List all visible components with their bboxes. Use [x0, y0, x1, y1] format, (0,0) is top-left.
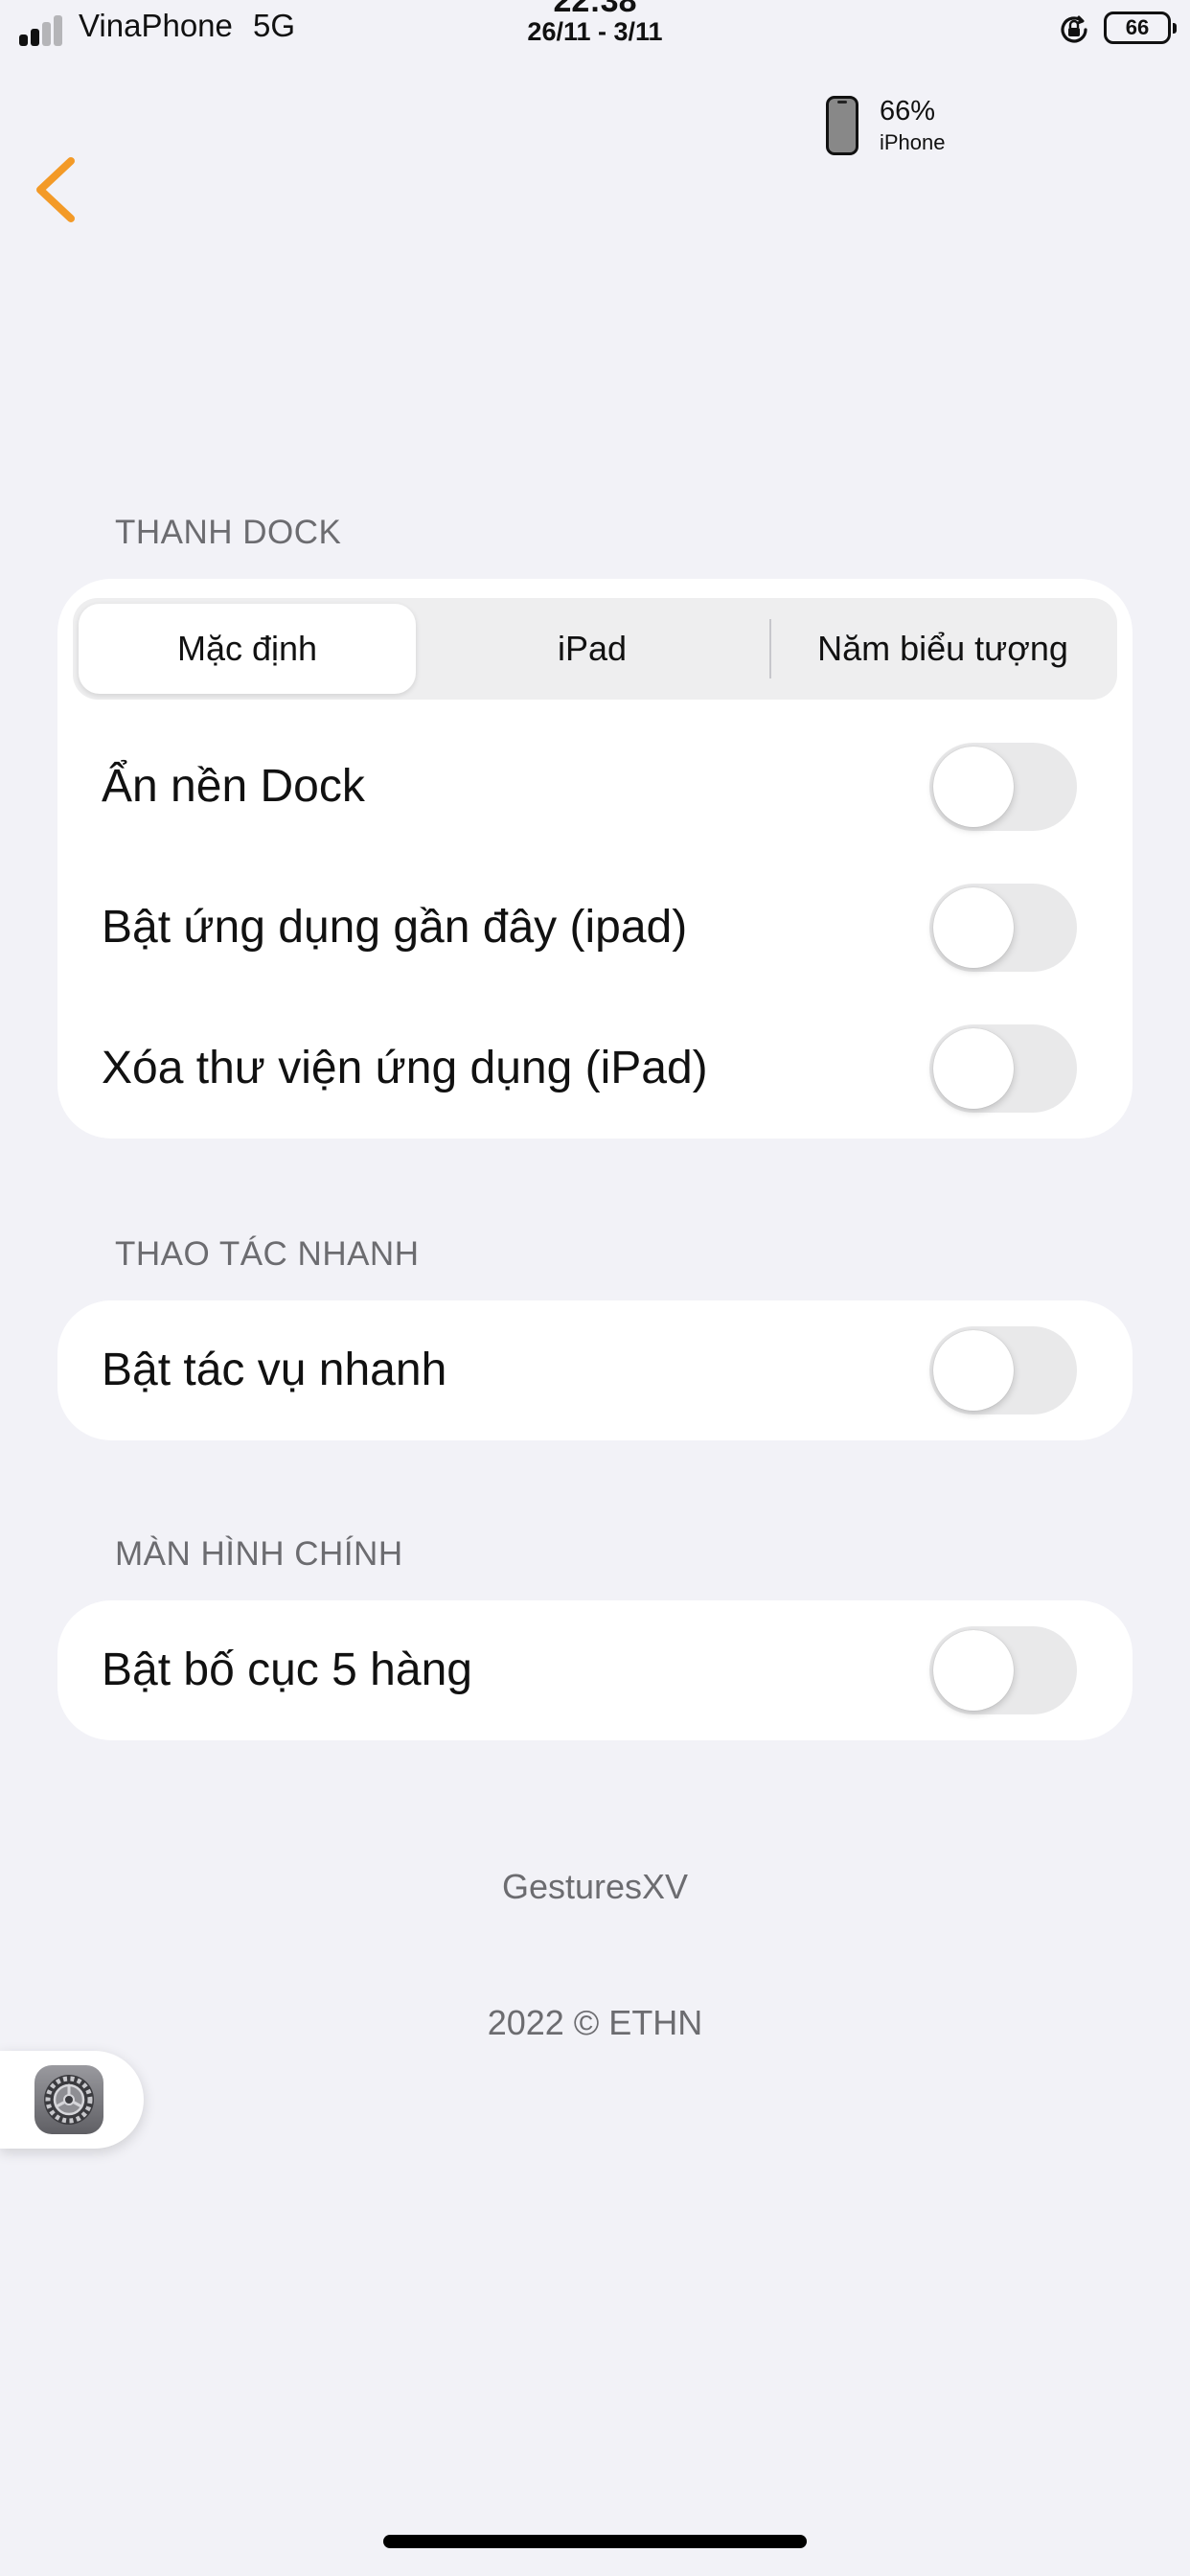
recent-apps-toggle[interactable]: [929, 884, 1077, 972]
section-header-dock: THANH DOCK: [115, 514, 342, 551]
rotation-lock-icon: [1061, 15, 1087, 43]
segment-five-icons[interactable]: Năm biểu tượng: [774, 604, 1111, 694]
settings-screen: VinaPhone 5G 22:38 26/11 - 3/11 66 66% i…: [0, 0, 1190, 2576]
remove-app-library-toggle[interactable]: [929, 1024, 1077, 1113]
quick-actions-toggle[interactable]: [929, 1326, 1077, 1414]
toggle-knob: [933, 887, 1014, 968]
row-label: Bật ứng dụng gần đây (ipad): [102, 902, 688, 953]
iphone-icon: [826, 96, 858, 155]
quick-actions-card: Bật tác vụ nhanh: [57, 1300, 1133, 1440]
row-quick-actions: Bật tác vụ nhanh: [57, 1300, 1133, 1440]
home-indicator[interactable]: [383, 2535, 807, 2548]
row-remove-app-library: Xóa thư viện ứng dụng (iPad): [57, 999, 1133, 1138]
row-five-row-layout: Bật bố cục 5 hàng: [57, 1600, 1133, 1740]
home-screen-card: Bật bố cục 5 hàng: [57, 1600, 1133, 1740]
floating-app-switcher[interactable]: [0, 2051, 144, 2149]
section-header-home-screen: MÀN HÌNH CHÍNH: [115, 1535, 403, 1573]
dock-settings-card: Mặc định iPad Năm biểu tượng Ẩn nền Dock…: [57, 579, 1133, 1138]
hide-dock-background-toggle[interactable]: [929, 743, 1077, 831]
status-date: 26/11 - 3/11: [527, 17, 663, 46]
dock-style-segmented-control: Mặc định iPad Năm biểu tượng: [73, 598, 1117, 700]
section-header-quick-actions: THAO TÁC NHANH: [115, 1235, 420, 1273]
footer-copyright: 2022 © ETHN: [487, 2003, 703, 2042]
row-hide-dock-background: Ẩn nền Dock: [57, 717, 1133, 857]
segment-ipad[interactable]: iPad: [423, 604, 761, 694]
toggle-knob: [933, 1330, 1014, 1411]
toggle-knob: [933, 1630, 1014, 1711]
settings-gear-icon: [34, 2065, 103, 2134]
segment-divider: [769, 619, 771, 678]
status-bar: VinaPhone 5G 22:38 26/11 - 3/11 66: [0, 0, 1190, 58]
toggle-knob: [933, 747, 1014, 827]
segment-default[interactable]: Mặc định: [79, 604, 416, 694]
device-battery-percent: 66%: [880, 96, 936, 126]
chevron-left-icon: [36, 157, 75, 222]
row-recent-apps-ipad: Bật ứng dụng gần đây (ipad): [57, 858, 1133, 998]
footer-app-name: GesturesXV: [501, 1867, 689, 1906]
battery-widget: 66% iPhone: [826, 94, 1018, 161]
row-label: Xóa thư viện ứng dụng (iPad): [102, 1043, 708, 1093]
battery-icon: 66: [1104, 12, 1177, 44]
five-row-layout-toggle[interactable]: [929, 1626, 1077, 1714]
back-button[interactable]: [29, 153, 86, 226]
row-label: Bật bố cục 5 hàng: [102, 1644, 472, 1695]
row-label: Bật tác vụ nhanh: [102, 1345, 447, 1395]
row-label: Ẩn nền Dock: [102, 761, 365, 812]
device-name: iPhone: [880, 130, 946, 154]
toggle-knob: [933, 1028, 1014, 1109]
